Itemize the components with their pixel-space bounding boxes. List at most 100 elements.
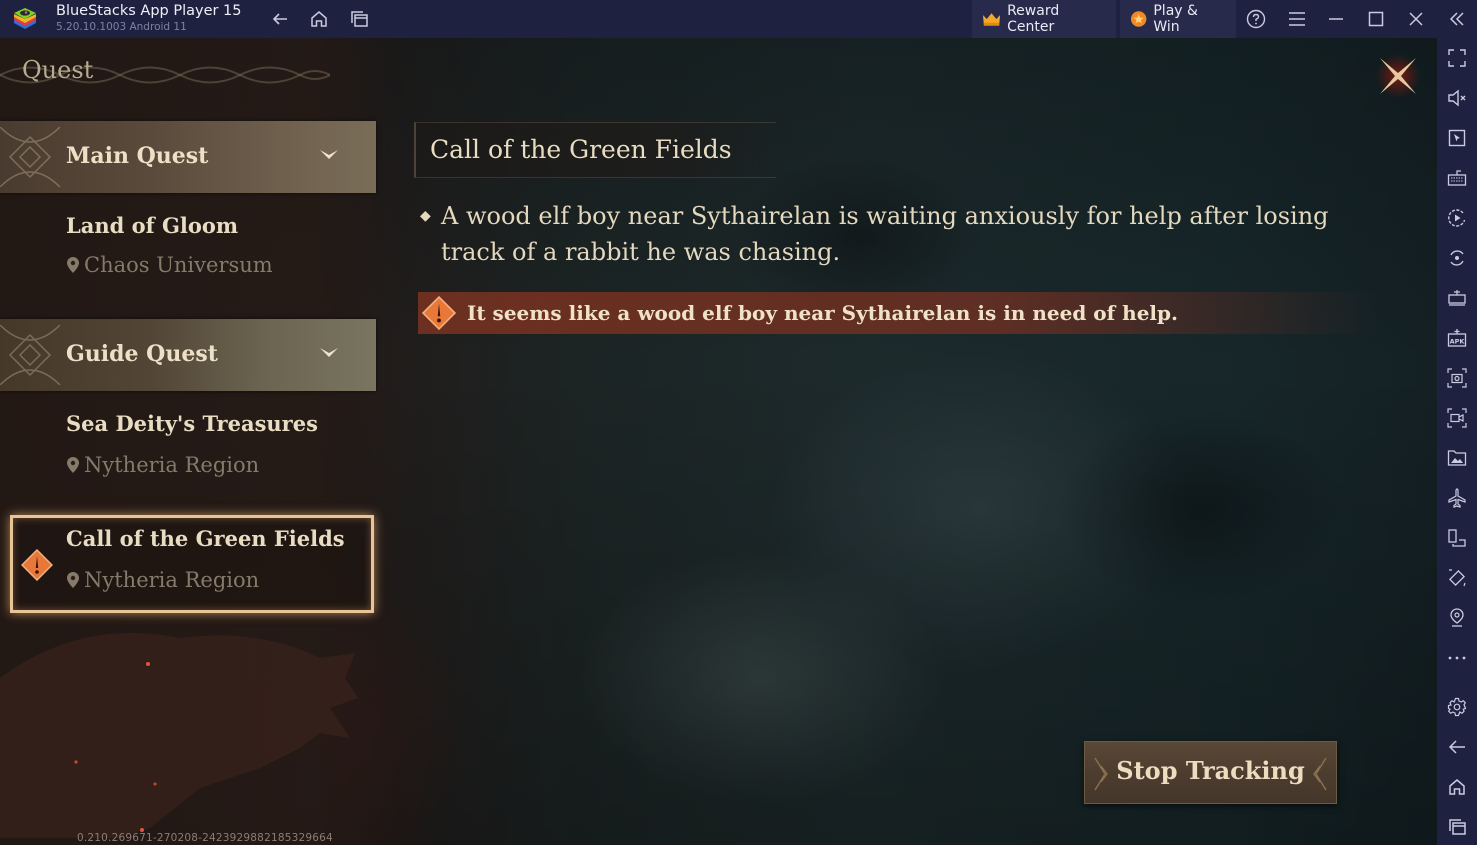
quest-region: Chaos Universum [66,253,273,277]
category-label: Guide Quest [66,341,218,367]
quest-region-label: Chaos Universum [84,253,273,277]
pointer-button[interactable] [1445,126,1469,150]
recent-apps-icon [351,11,368,27]
svg-text:APK: APK [1450,338,1466,346]
stop-tracking-label: Stop Tracking [1116,756,1305,785]
gear-icon [1447,697,1467,717]
chevron-down-icon [320,348,338,357]
reward-center-button[interactable]: Reward Center [972,0,1116,38]
rotate-icon [1449,569,1466,587]
chevron-down-icon [320,150,338,159]
settings-button[interactable] [1445,695,1469,719]
sync-button[interactable] [1445,246,1469,270]
media-folder-button[interactable] [1445,446,1469,470]
location-pin-icon [67,257,79,273]
play-win-coin-icon [1130,11,1147,27]
home-icon [311,11,327,27]
app-title: BlueStacks App Player 15 [56,3,242,19]
home-icon [1449,779,1465,795]
sync-icon [1450,250,1464,266]
location-pin-icon [67,457,79,473]
help-button[interactable] [1244,7,1268,31]
performance-button[interactable] [1445,286,1469,310]
emulator-title-bar: BlueStacks App Player 15 5.20.10.1003 An… [0,0,1477,38]
more-options-button[interactable] [1445,646,1469,670]
image-folder-icon [1447,450,1467,466]
fullscreen-icon [1448,49,1466,67]
app-version: 5.20.10.1003 Android 11 [56,21,187,33]
double-chevron-left-icon [1449,12,1464,26]
quest-name: Call of the Green Fields [66,526,345,551]
reward-center-label: Reward Center [1007,3,1060,35]
multi-instance-icon [1448,529,1466,547]
close-quest-icon[interactable] [1374,52,1422,100]
macro-button[interactable] [1445,206,1469,230]
quest-name: Land of Gloom [66,213,239,238]
install-apk-button[interactable]: APK [1445,326,1469,350]
apk-icon: APK [1447,329,1467,347]
android-recent-apps-button[interactable] [1445,815,1469,839]
volume-muted-icon [1448,89,1466,107]
keyboard-icon [1447,170,1467,186]
build-id: 0.210.269671-270208-2423929882185329664 [77,832,333,844]
play-win-label: Play & Win [1153,3,1198,35]
help-icon [1246,9,1266,29]
emulator-right-sidebar: APK [1437,38,1477,845]
location-pin-icon [1450,608,1464,627]
quest-hint-bar: It seems like a wood elf boy near Sythai… [418,292,1378,334]
quest-region: Nytheria Region [66,568,259,592]
quest-region: Nytheria Region [66,453,259,477]
mute-button[interactable] [1445,86,1469,110]
quest-hint-text: It seems like a wood elf boy near Sythai… [467,301,1178,325]
recent-apps-icon [1449,819,1466,835]
play-and-win-button[interactable]: Play & Win [1120,0,1236,38]
pointer-icon [1448,129,1466,147]
keyboard-controls-button[interactable] [1445,166,1469,190]
android-back-button[interactable] [1445,735,1469,759]
stop-tracking-button[interactable]: Stop Tracking [1084,741,1337,804]
category-guide-quest[interactable]: Guide Quest [0,319,376,391]
minimize-button[interactable] [1324,7,1348,31]
quest-region-label: Nytheria Region [84,568,260,592]
back-button[interactable] [268,7,292,31]
quest-detail-title: Call of the Green Fields [430,135,732,164]
android-home-button[interactable] [1445,775,1469,799]
close-icon [1409,12,1423,26]
close-window-button[interactable] [1404,7,1428,31]
button-ornament-right-icon [1313,757,1327,791]
location-pin-icon [67,572,79,588]
wolf-illustration [0,633,358,838]
home-button[interactable] [307,7,331,31]
more-dots-icon [1448,656,1466,660]
menu-button[interactable] [1285,7,1309,31]
location-button[interactable] [1445,606,1469,630]
back-arrow-icon [1448,740,1465,754]
fullscreen-button[interactable] [1445,46,1469,70]
quest-description-text: A wood elf boy near Sythairelan is waiti… [441,202,1329,266]
recent-apps-button[interactable] [347,7,371,31]
collapse-sidebar-button[interactable] [1445,7,1469,31]
hint-alert-icon [422,296,456,330]
multi-instance-button[interactable] [1445,526,1469,550]
quest-description: ◆ A wood elf boy near Sythairelan is wai… [420,198,1360,270]
maximize-icon [1368,11,1384,27]
screen-record-button[interactable] [1445,406,1469,430]
quest-item-land-of-gloom[interactable]: Land of Gloom Chaos Universum [0,203,376,299]
camera-icon [1447,368,1467,388]
rotate-button[interactable] [1445,566,1469,590]
screenshot-button[interactable] [1445,366,1469,390]
hamburger-menu-icon [1289,12,1305,26]
maximize-button[interactable] [1364,7,1388,31]
macro-play-icon [1448,209,1466,227]
crown-icon [982,13,1001,26]
category-label: Main Quest [66,143,209,169]
category-main-quest[interactable]: Main Quest [0,121,376,193]
quest-item-call-of-the-green-fields[interactable]: Call of the Green Fields Nytheria Region [10,515,374,613]
back-arrow-icon [272,13,287,25]
airplane-icon [1448,488,1466,508]
quest-name: Sea Deity's Treasures [66,411,318,436]
airplane-mode-button[interactable] [1445,486,1469,510]
quest-alert-icon [21,549,53,581]
quest-item-sea-deitys-treasures[interactable]: Sea Deity's Treasures Nytheria Region [0,401,376,497]
video-record-icon [1447,408,1467,428]
